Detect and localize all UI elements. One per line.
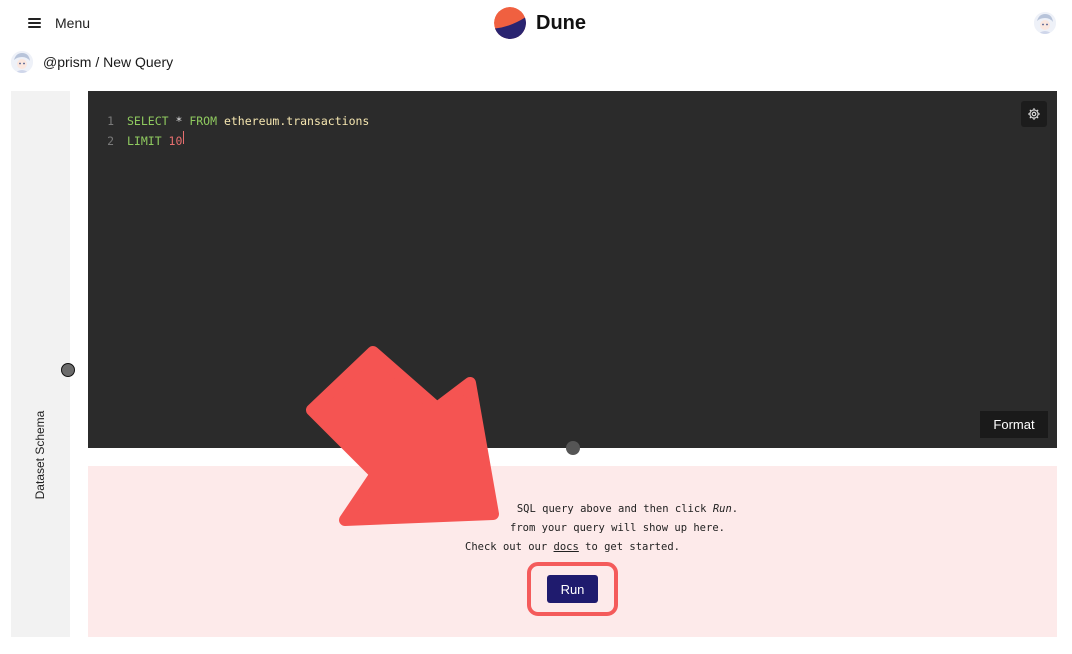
- dataset-schema-label: Dataset Schema: [33, 410, 47, 500]
- breadcrumb-page: New Query: [103, 54, 174, 70]
- number-literal: 10: [161, 134, 183, 148]
- hamburger-icon: [28, 18, 41, 28]
- breadcrumb-user[interactable]: @prism: [43, 54, 91, 70]
- text-cursor: [183, 131, 185, 144]
- operator-star: *: [168, 114, 190, 128]
- results-run-em: Run: [712, 503, 732, 515]
- keyword-from: FROM: [189, 114, 218, 128]
- breadcrumb-separator: /: [91, 54, 104, 70]
- code-line: 2 LIMIT 10: [88, 131, 369, 151]
- docs-link[interactable]: docs: [554, 541, 579, 553]
- line-number: 2: [107, 134, 114, 148]
- results-message-line-1: SQL query above and then click Run.: [88, 500, 1057, 519]
- editor-settings-button[interactable]: [1021, 101, 1047, 127]
- results-message-line-2: from your query will show up here.: [88, 519, 1057, 538]
- brand-name: Dune: [536, 11, 586, 34]
- dune-logo-icon: [494, 7, 526, 39]
- breadcrumb: @prism / New Query: [43, 54, 173, 70]
- format-button[interactable]: Format: [980, 411, 1048, 438]
- table-identifier: ethereum.transactions: [217, 114, 370, 128]
- editor-resize-handle[interactable]: [566, 441, 580, 455]
- results-text: from your query will show up here.: [510, 522, 725, 534]
- owner-avatar-icon: [11, 51, 33, 73]
- results-text: to get started.: [578, 541, 680, 553]
- keyword-limit: LIMIT: [127, 134, 162, 148]
- brand[interactable]: Dune: [494, 7, 586, 39]
- keyword-select: SELECT: [127, 114, 169, 128]
- sql-editor[interactable]: 1 SELECT * FROM ethereum.transactions 2 …: [88, 91, 1057, 448]
- line-number: 1: [107, 114, 114, 128]
- results-text: Check out our: [465, 541, 554, 553]
- results-text-end: .: [731, 503, 739, 515]
- code-line: 1 SELECT * FROM ethereum.transactions: [88, 111, 369, 131]
- run-button[interactable]: Run: [547, 575, 598, 603]
- sidebar-resize-handle[interactable]: [61, 363, 75, 377]
- results-text: SQL query above and then click: [516, 503, 713, 515]
- dataset-schema-panel[interactable]: Dataset Schema: [11, 91, 70, 637]
- menu-label: Menu: [55, 15, 91, 31]
- gear-icon: [1028, 108, 1040, 120]
- user-avatar-icon[interactable]: [1034, 12, 1056, 34]
- code-area[interactable]: 1 SELECT * FROM ethereum.transactions 2 …: [88, 111, 369, 151]
- results-message-line-3: Check out our docs to get started.: [88, 538, 1057, 557]
- menu-button[interactable]: Menu: [28, 12, 90, 34]
